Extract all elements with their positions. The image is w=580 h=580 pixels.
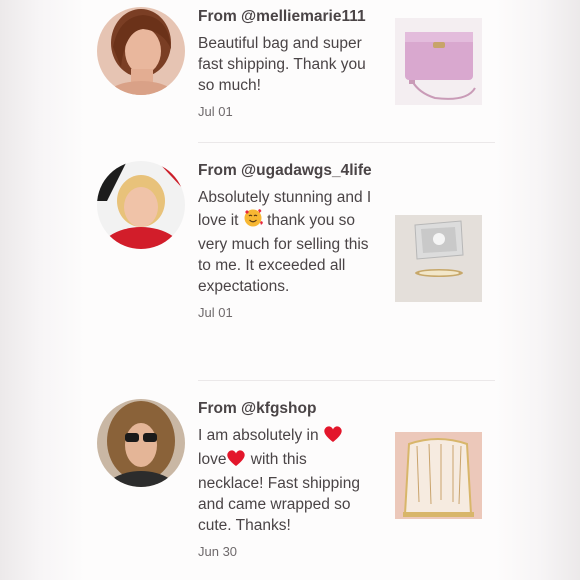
review-text-part: love <box>198 451 227 468</box>
necklace-display-icon <box>395 432 482 519</box>
product-thumbnail[interactable] <box>395 215 482 302</box>
smiling-face-with-hearts-icon <box>243 208 263 234</box>
avatar-photo-icon <box>97 7 185 95</box>
jewelry-box-icon <box>395 215 482 302</box>
review-body: From @kfgshop I am absolutely in love wi… <box>198 398 373 559</box>
avatar-photo-icon <box>97 399 185 487</box>
product-thumbnail[interactable] <box>395 18 482 105</box>
review-date: Jul 01 <box>198 104 233 119</box>
reviewer-avatar[interactable] <box>97 399 185 487</box>
review-date: Jul 01 <box>198 305 233 320</box>
pink-bag-icon <box>395 18 482 105</box>
divider <box>198 380 495 381</box>
review-text: I am absolutely in love with this neckla… <box>198 425 373 536</box>
review-author[interactable]: From @melliemarie111 <box>198 6 373 27</box>
review-text: Beautiful bag and super fast shipping. T… <box>198 35 366 94</box>
review-text-part: I am absolutely in <box>198 427 319 444</box>
reviewer-avatar[interactable] <box>97 7 185 95</box>
review-body: From @melliemarie111 Beautiful bag and s… <box>198 6 373 119</box>
red-heart-icon <box>323 425 343 449</box>
red-heart-icon <box>226 449 246 473</box>
review-body: From @ugadawgs_4life Absolutely stunning… <box>198 160 373 320</box>
reviewer-avatar[interactable] <box>97 161 185 249</box>
divider <box>198 142 495 143</box>
avatar-photo-icon <box>97 161 185 249</box>
review-author[interactable]: From @ugadawgs_4life <box>198 160 373 181</box>
review-author[interactable]: From @kfgshop <box>198 398 373 419</box>
product-thumbnail[interactable] <box>395 432 482 519</box>
review-text: Absolutely stunning and I love it thank … <box>198 187 373 297</box>
reviews-panel: From @melliemarie111 Beautiful bag and s… <box>85 0 495 580</box>
review-date: Jun 30 <box>198 544 238 559</box>
